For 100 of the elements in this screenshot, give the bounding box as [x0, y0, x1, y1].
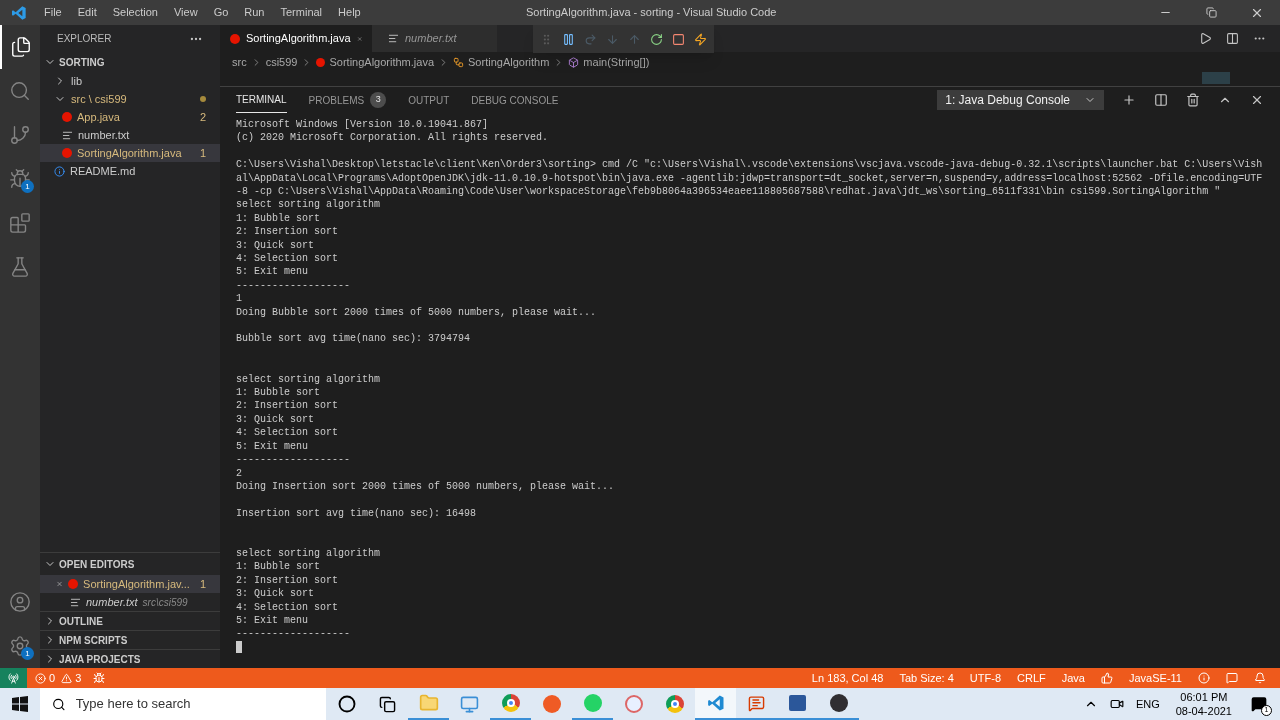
activity-bar-button[interactable]: 1 — [0, 157, 40, 201]
menu-item[interactable]: Edit — [77, 4, 97, 21]
section-header[interactable]: NPM SCRIPTS — [40, 630, 220, 649]
terminal-line: 5: Exit menu — [236, 613, 308, 628]
circle-icon[interactable] — [337, 695, 356, 713]
remote-icon[interactable] — [8, 672, 19, 684]
section-title: NPM SCRIPTS — [59, 633, 128, 648]
settings-icon[interactable] — [9, 635, 31, 657]
lightning-icon[interactable] — [694, 32, 707, 46]
section-header[interactable]: OPEN EDITORS — [40, 553, 220, 575]
menu-item[interactable]: Selection — [112, 4, 158, 21]
terminal-line: select sorting algorithm — [236, 198, 381, 212]
tree-item[interactable]: lib — [40, 72, 220, 90]
menu-item[interactable]: Help — [338, 4, 361, 21]
terminal-line: 2 — [236, 466, 242, 480]
new-terminal-icon[interactable] — [1122, 93, 1136, 107]
files-icon[interactable] — [10, 36, 32, 58]
section-title: SORTING — [59, 55, 105, 70]
warning-icon[interactable] — [61, 672, 73, 684]
menu-item[interactable]: Go — [213, 4, 229, 21]
info-icon[interactable] — [1198, 672, 1210, 684]
section-title: OUTLINE — [59, 614, 103, 629]
run-icon[interactable] — [1199, 32, 1212, 45]
terminal-cursor — [236, 640, 242, 653]
editor-tab[interactable]: number.txt — [372, 25, 497, 52]
terminal-line: (c) 2020 Microsoft Corporation. All rights reserved. — [236, 131, 549, 145]
debug-icon[interactable] — [93, 672, 106, 684]
breadcrumb[interactable]: SortingAlgorithm — [468, 53, 550, 71]
tree-item[interactable]: SortingAlgorithm.java 1 — [40, 144, 220, 162]
restore-icon[interactable] — [1205, 7, 1217, 18]
search-icon[interactable] — [9, 80, 31, 102]
restart-icon[interactable] — [650, 32, 663, 46]
flask-icon[interactable] — [9, 256, 31, 278]
search-box[interactable]: Type here to search — [40, 688, 326, 720]
step-into-icon[interactable] — [606, 32, 619, 46]
feedback-icon[interactable] — [1226, 672, 1238, 684]
breadcrumb[interactable]: csi599 — [265, 53, 298, 71]
file-name: number.txt — [78, 127, 130, 143]
bell-icon[interactable] — [1254, 672, 1266, 684]
tree-item[interactable]: number.txt — [40, 126, 220, 144]
count-badge: 3 — [370, 92, 387, 108]
camera-icon[interactable] — [1109, 697, 1124, 711]
panel-tab[interactable]: TERMINAL — [236, 87, 287, 113]
clock-time[interactable]: 06:01 PM — [1180, 690, 1228, 704]
file-path: src\csi599 — [142, 595, 188, 610]
stop-icon[interactable] — [672, 32, 685, 46]
terminal-select[interactable]: 1: Java Debug Console — [937, 90, 1104, 110]
account-icon[interactable] — [9, 591, 31, 613]
terminal-line: Doing Insertion sort 2000 times of 5000 numbers, please wait... — [236, 479, 615, 494]
clock-date[interactable]: 08-04-2021 — [1175, 704, 1232, 718]
section-header[interactable]: OUTLINE — [40, 611, 220, 630]
chat-icon[interactable] — [748, 694, 765, 712]
breadcrumb[interactable]: SortingAlgorithm.java — [329, 53, 435, 71]
file-name: lib — [71, 73, 82, 89]
section-header[interactable]: SORTING — [40, 52, 220, 72]
problem-count: 2 — [199, 109, 206, 125]
blocks-icon[interactable] — [9, 212, 31, 234]
breadcrumb[interactable]: main(String[]) — [583, 53, 650, 71]
terminal-line: 3: Quick sort — [236, 238, 314, 253]
terminal-line: Insertion sort avg time(nano sec): 16498 — [236, 506, 477, 521]
tree-item[interactable]: src \ csi599 — [40, 90, 220, 108]
split-editor-icon[interactable] — [1226, 32, 1239, 45]
file-name: src \ csi599 — [71, 91, 127, 107]
terminal-line: select sorting algorithm — [236, 546, 381, 561]
menu-item[interactable]: Run — [244, 4, 265, 21]
panel-tab[interactable]: DEBUG CONSOLE — [471, 87, 559, 113]
breadcrumb[interactable]: src — [232, 53, 247, 71]
step-out-icon[interactable] — [628, 32, 641, 46]
search-field[interactable]: Type here to search — [75, 694, 314, 714]
tree-item[interactable]: README.md — [40, 162, 220, 180]
panel-tab[interactable]: OUTPUT — [408, 87, 450, 113]
menu-item[interactable]: Terminal — [280, 4, 323, 21]
open-editor-item[interactable]: number.txt src\csi599 — [40, 593, 220, 611]
branch-icon[interactable] — [9, 124, 31, 146]
lines-icon — [388, 33, 399, 44]
trash-icon[interactable] — [1186, 93, 1200, 107]
cube-icon — [568, 56, 580, 68]
tree-item[interactable]: App.java 2 — [40, 108, 220, 126]
task-view-icon[interactable] — [379, 695, 396, 713]
menu-item[interactable]: File — [44, 4, 62, 21]
thumbs-up-icon[interactable] — [1101, 672, 1113, 684]
bug-icon[interactable] — [9, 168, 31, 190]
terminal-line: ------------------- — [236, 627, 351, 641]
split-icon[interactable] — [1154, 93, 1168, 107]
panel-tab[interactable]: PROBLEMS 3 — [308, 87, 387, 113]
info-icon — [54, 165, 65, 177]
notification-icon — [1251, 696, 1267, 712]
editor-tab[interactable]: SortingAlgorithm.java — [220, 25, 372, 52]
pause-icon[interactable] — [562, 32, 575, 46]
terminal-line: 1: Bubble sort — [236, 560, 320, 574]
error-icon[interactable] — [35, 672, 46, 684]
section-title: OPEN EDITORS — [59, 557, 135, 572]
close-icon[interactable] — [1250, 93, 1264, 107]
computer-icon[interactable] — [460, 694, 479, 714]
activity-bar-button[interactable]: 1 — [0, 624, 40, 668]
open-editor-item[interactable]: SortingAlgorithm.jav... 1 — [40, 575, 220, 593]
vscode-icon[interactable] — [706, 694, 725, 712]
menu-item[interactable]: View — [173, 4, 198, 21]
language-indicator[interactable]: ENG — [1135, 695, 1160, 713]
class-icon — [453, 56, 465, 68]
